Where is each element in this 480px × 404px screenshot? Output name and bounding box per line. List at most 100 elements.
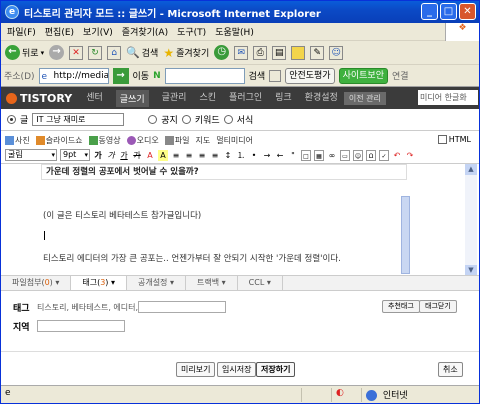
editor-content[interactable]: 가운데 정렬의 공포에서 벗어날 수 있을까? (이 글은 티스토리 베타테스트…: [41, 164, 407, 276]
attach-audio[interactable]: 오디오: [126, 135, 159, 146]
tab-ccl[interactable]: CCL ▾: [238, 276, 283, 290]
html-mode-toggle[interactable]: HTML: [437, 135, 471, 144]
tab-visibility[interactable]: 공개설정 ▾: [127, 276, 186, 290]
go-arrow-icon[interactable]: →: [112, 67, 129, 84]
maximize-button[interactable]: □: [440, 3, 457, 20]
outdent-icon[interactable]: ←: [275, 150, 285, 161]
temp-save-button[interactable]: 임시저장: [217, 362, 257, 377]
menu-view[interactable]: 보기(V): [83, 25, 113, 38]
scroll-up-icon[interactable]: ▲: [465, 164, 477, 175]
save-button[interactable]: 저장하기: [256, 362, 296, 377]
toolbar-search-input[interactable]: [164, 67, 245, 84]
tab-tags[interactable]: 태그(3) ▾: [71, 276, 127, 290]
folder-icon[interactable]: [291, 45, 306, 60]
attach-file[interactable]: 파일: [164, 135, 189, 146]
table-icon[interactable]: ▦: [314, 149, 324, 161]
type-post-radio[interactable]: [7, 114, 16, 124]
box-icon[interactable]: □: [301, 149, 311, 161]
spellcheck-icon[interactable]: ✓: [379, 149, 389, 161]
editor-body[interactable]: 가운데 정렬의 공포에서 벗어날 수 있을까? (이 글은 티스토리 베타테스트…: [1, 163, 479, 276]
redo-icon[interactable]: ↷: [405, 150, 415, 161]
attach-photo[interactable]: 사진: [5, 135, 30, 146]
site-security-button[interactable]: 사이트보안: [338, 67, 388, 84]
post-title-input[interactable]: IT 그냥 재미로: [32, 112, 125, 126]
safety-rating-button[interactable]: 안전도평가: [285, 67, 335, 84]
edit-icon[interactable]: ▤: [272, 45, 287, 60]
close-button[interactable]: ✕: [459, 3, 476, 20]
go-button[interactable]: 이동: [133, 69, 150, 82]
recommend-tags-button[interactable]: 추천태그: [382, 300, 420, 313]
attach-multimedia[interactable]: 멀티미디어: [216, 135, 253, 146]
search-button[interactable]: 🔍 검색: [126, 46, 158, 59]
size-select[interactable]: 9pt: [60, 149, 90, 161]
print-icon[interactable]: ⎙: [253, 45, 268, 60]
italic-button[interactable]: 가: [106, 150, 116, 161]
tistory-logo[interactable]: TISTORY: [1, 92, 86, 105]
font-select[interactable]: 굴림: [5, 149, 57, 161]
refresh-icon[interactable]: ↻: [88, 45, 103, 60]
emoticon-icon[interactable]: ☺: [353, 149, 363, 161]
minimize-button[interactable]: _: [421, 3, 438, 20]
menu-help[interactable]: 도움말(H): [215, 25, 254, 38]
tab-trackback[interactable]: 트랙백 ▾: [186, 276, 238, 290]
notice-radio[interactable]: [148, 114, 158, 124]
close-tags-button[interactable]: 태그닫기: [419, 300, 457, 313]
menu-file[interactable]: 파일(F): [7, 25, 36, 38]
underline-button[interactable]: 가: [119, 150, 129, 161]
indent-icon[interactable]: →: [262, 150, 272, 161]
attach-slideshow[interactable]: 슬라이드쇼: [35, 135, 83, 146]
menu-favorites[interactable]: 즐겨찾기(A): [122, 25, 168, 38]
undo-icon[interactable]: ↶: [392, 150, 402, 161]
keyword-radio[interactable]: [181, 114, 191, 124]
bg-color-button[interactable]: A: [158, 149, 168, 161]
preview-button[interactable]: 미리보기: [176, 362, 216, 377]
nav-write[interactable]: 글쓰기: [115, 89, 149, 107]
more-icon[interactable]: ▭: [340, 149, 350, 161]
list-bullet-icon[interactable]: •: [249, 150, 259, 161]
history-icon[interactable]: ◷: [214, 45, 230, 60]
text-color-button[interactable]: A: [145, 150, 155, 161]
tab-attachments[interactable]: 파일첨부(0) ▾: [1, 276, 72, 290]
tag-input[interactable]: [138, 301, 226, 313]
tistory-search-input[interactable]: 미디어 한글화: [418, 90, 478, 105]
cancel-button[interactable]: 취소: [438, 362, 463, 377]
location-input[interactable]: [37, 320, 125, 332]
nav-settings[interactable]: 환경설정: [305, 90, 338, 107]
nav-plugin[interactable]: 플러그인: [229, 90, 262, 107]
favorites-button[interactable]: ★ 즐겨찾기: [163, 46, 209, 60]
strike-button[interactable]: 가: [132, 150, 142, 161]
discuss-icon[interactable]: ✎: [310, 45, 325, 60]
html-checkbox[interactable]: [437, 135, 447, 144]
home-icon[interactable]: ⌂: [107, 45, 122, 60]
special-char-icon[interactable]: Ω: [366, 149, 376, 161]
inner-scrollbar[interactable]: [401, 196, 410, 274]
attach-map[interactable]: 지도: [195, 135, 210, 146]
links-label[interactable]: 연결: [392, 69, 409, 82]
back-button[interactable]: ← 뒤로 ▾: [5, 45, 44, 60]
url-input[interactable]: e http://media.har: [38, 67, 109, 84]
nav-posts[interactable]: 글관리: [162, 90, 187, 107]
align-center-icon[interactable]: ≡: [184, 150, 194, 161]
link-icon[interactable]: ∞: [327, 150, 337, 161]
menu-edit[interactable]: 편집(E): [45, 25, 74, 38]
align-justify-icon[interactable]: ≡: [210, 150, 220, 161]
attach-video[interactable]: 동영상: [88, 135, 121, 146]
messenger-icon[interactable]: ☺: [329, 45, 344, 60]
nav-link[interactable]: 링크: [275, 90, 292, 107]
scrap-icon[interactable]: [269, 69, 282, 82]
editor-scrollbar[interactable]: ▲ ▼: [465, 164, 477, 276]
bold-button[interactable]: 가: [93, 150, 103, 161]
format-radio[interactable]: [223, 114, 233, 124]
list-ordered-icon[interactable]: ⒈: [236, 150, 246, 161]
nav-center[interactable]: 센터: [86, 90, 103, 107]
menu-tools[interactable]: 도구(T): [177, 25, 206, 38]
mail-icon[interactable]: ✉: [234, 45, 249, 60]
old-admin-button[interactable]: 이전 관리: [343, 91, 386, 105]
forward-button[interactable]: →: [49, 45, 65, 60]
stop-icon[interactable]: ✕: [69, 45, 84, 60]
toolbar-search-button[interactable]: 검색: [249, 69, 266, 82]
quote-icon[interactable]: ": [288, 150, 298, 161]
align-left-icon[interactable]: ≡: [171, 150, 181, 161]
nav-skin[interactable]: 스킨: [199, 90, 216, 107]
align-right-icon[interactable]: ≡: [197, 150, 207, 161]
